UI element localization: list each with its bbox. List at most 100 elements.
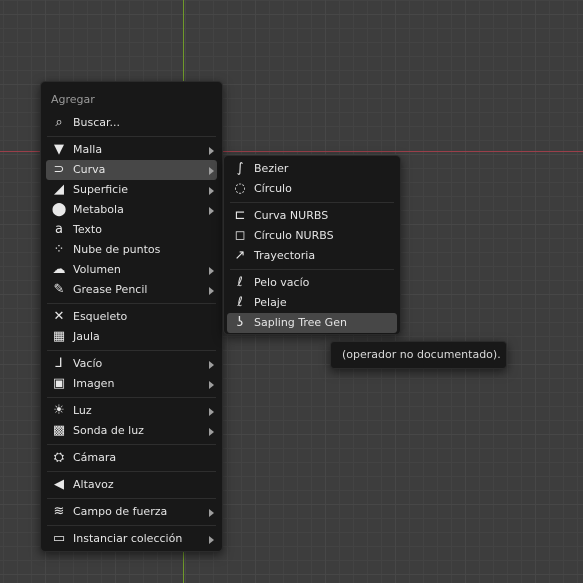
curve-submenu-item-label: Círculo: [254, 182, 292, 195]
light-probe-icon: ▩: [52, 423, 66, 438]
add-menu: Agregar ⌕ Buscar... ▼ Malla ⊃ Curva ◢ Superfi…: [40, 81, 223, 552]
menu-separator: [47, 397, 216, 398]
menu-item-instanciar-coleccion[interactable]: ▭ Instanciar colección: [41, 529, 222, 549]
menu-item-label: Campo de fuerza: [73, 505, 168, 518]
submenu-arrow-icon: [209, 167, 214, 175]
menu-item-jaula[interactable]: ▦ Jaula: [41, 327, 222, 347]
menu-item-label: Imagen: [73, 377, 115, 390]
menu-item-label: Grease Pencil: [73, 283, 148, 296]
submenu-arrow-icon: [209, 267, 214, 275]
empty-icon: ⅃: [55, 356, 63, 371]
menu-item-label: Curva: [73, 163, 106, 176]
tree-curve-icon: ʖ: [236, 315, 244, 330]
submenu-arrow-icon: [209, 408, 214, 416]
menu-separator: [230, 202, 394, 203]
speaker-icon: ◀: [54, 477, 64, 492]
menu-item-label: Luz: [73, 404, 92, 417]
submenu-arrow-icon: [209, 536, 214, 544]
menu-item-label: Metabola: [73, 203, 124, 216]
menu-item-label: Esqueleto: [73, 310, 128, 323]
collection-icon: ▭: [52, 531, 66, 546]
menu-separator: [47, 136, 216, 137]
menu-separator: [47, 498, 216, 499]
curve-submenu-item-bezier[interactable]: ∫ Bezier: [224, 159, 400, 179]
surface-icon: ◢: [54, 182, 64, 197]
search-item[interactable]: ⌕ Buscar...: [41, 113, 222, 133]
curve-submenu-item-circulo[interactable]: ◌ Círculo: [224, 179, 400, 199]
submenu-arrow-icon: [209, 361, 214, 369]
armature-icon: ✕: [53, 309, 65, 324]
curve-submenu-item-label: Trayectoria: [254, 249, 316, 262]
image-icon: ▣: [52, 376, 66, 391]
menu-item-sonda-de-luz[interactable]: ▩ Sonda de luz: [41, 421, 222, 441]
submenu-arrow-icon: [209, 287, 214, 295]
curve-submenu-item-label: Pelaje: [254, 296, 287, 309]
menu-item-label: Sonda de luz: [73, 424, 144, 437]
menu-item-volumen[interactable]: ☁ Volumen: [41, 260, 222, 280]
lattice-icon: ▦: [52, 329, 66, 344]
menu-item-imagen[interactable]: ▣ Imagen: [41, 374, 222, 394]
menu-item-label: Cámara: [73, 451, 117, 464]
menu-item-texto[interactable]: a Texto: [41, 220, 222, 240]
curve-submenu-item-label: Sapling Tree Gen: [254, 316, 347, 329]
menu-item-label: Instanciar colección: [73, 532, 183, 545]
bezier-circle-icon: ◌: [234, 181, 246, 196]
curve-submenu-item-label: Pelo vacío: [254, 276, 310, 289]
nurbs-curve-icon: ⊏: [234, 208, 246, 223]
menu-item-altavoz[interactable]: ◀ Altavoz: [41, 475, 222, 495]
curve-submenu-item-circulo-nurbs[interactable]: ◻ Círculo NURBS: [224, 226, 400, 246]
menu-separator: [47, 471, 216, 472]
submenu-arrow-icon: [209, 381, 214, 389]
text-icon: a: [55, 222, 63, 237]
curve-submenu-item-pelo-vacio[interactable]: ℓ Pelo vacío: [224, 273, 400, 293]
menu-item-label: Vacío: [73, 357, 103, 370]
curve-submenu-item-label: Bezier: [254, 162, 289, 175]
menu-item-label: Texto: [73, 223, 102, 236]
menu-item-luz[interactable]: ☀ Luz: [41, 401, 222, 421]
menu-item-campo-de-fuerza[interactable]: ≋ Campo de fuerza: [41, 502, 222, 522]
menu-item-label: Malla: [73, 143, 103, 156]
fur-icon: ℓ: [237, 295, 243, 310]
empty-hair-icon: ℓ: [237, 275, 243, 290]
tooltip: (operador no documentado).: [330, 341, 507, 369]
search-item-label: Buscar...: [73, 116, 121, 129]
menu-separator: [47, 303, 216, 304]
curve-submenu-item-label: Curva NURBS: [254, 209, 329, 222]
submenu-arrow-icon: [209, 147, 214, 155]
curve-submenu-item-trayectoria[interactable]: ↗ Trayectoria: [224, 246, 400, 266]
menu-item-label: Nube de puntos: [73, 243, 161, 256]
curve-submenu-item-sapling-tree-gen[interactable]: ʖ Sapling Tree Gen: [227, 313, 397, 333]
menu-item-metabola[interactable]: ⬤ Metabola: [41, 200, 222, 220]
volume-icon: ☁: [52, 262, 66, 277]
pointcloud-icon: ⁘: [53, 242, 65, 257]
submenu-arrow-icon: [209, 509, 214, 517]
curve-submenu-item-pelaje[interactable]: ℓ Pelaje: [224, 293, 400, 313]
camera-icon: ⛭: [53, 450, 65, 465]
menu-separator: [230, 269, 394, 270]
menu-separator: [47, 525, 216, 526]
menu-item-superficie[interactable]: ◢ Superficie: [41, 180, 222, 200]
add-menu-title: Agregar: [51, 93, 95, 106]
menu-item-camara[interactable]: ⛭ Cámara: [41, 448, 222, 468]
menu-item-label: Altavoz: [73, 478, 114, 491]
curve-icon: ⊃: [53, 162, 65, 177]
light-icon: ☀: [53, 403, 65, 418]
curve-submenu: ∫ Bezier ◌ Círculo ⊏ Curva NURBS ◻ Círculo NURB…: [223, 155, 401, 335]
menu-item-malla[interactable]: ▼ Malla: [41, 140, 222, 160]
submenu-arrow-icon: [209, 187, 214, 195]
menu-item-nube-de-puntos[interactable]: ⁘ Nube de puntos: [41, 240, 222, 260]
menu-item-vacio[interactable]: ⅃ Vacío: [41, 354, 222, 374]
menu-item-curva[interactable]: ⊃ Curva: [46, 160, 217, 180]
search-icon: ⌕: [55, 115, 63, 130]
menu-item-label: Volumen: [73, 263, 121, 276]
bezier-icon: ∫: [236, 161, 244, 176]
menu-separator: [47, 350, 216, 351]
menu-item-label: Superficie: [73, 183, 129, 196]
menu-item-esqueleto[interactable]: ✕ Esqueleto: [41, 307, 222, 327]
curve-submenu-item-curva-nurbs[interactable]: ⊏ Curva NURBS: [224, 206, 400, 226]
submenu-arrow-icon: [209, 207, 214, 215]
grease-pencil-icon: ✎: [53, 282, 65, 297]
nurbs-circle-icon: ◻: [234, 228, 246, 243]
menu-item-grease-pencil[interactable]: ✎ Grease Pencil: [41, 280, 222, 300]
menu-separator: [47, 444, 216, 445]
